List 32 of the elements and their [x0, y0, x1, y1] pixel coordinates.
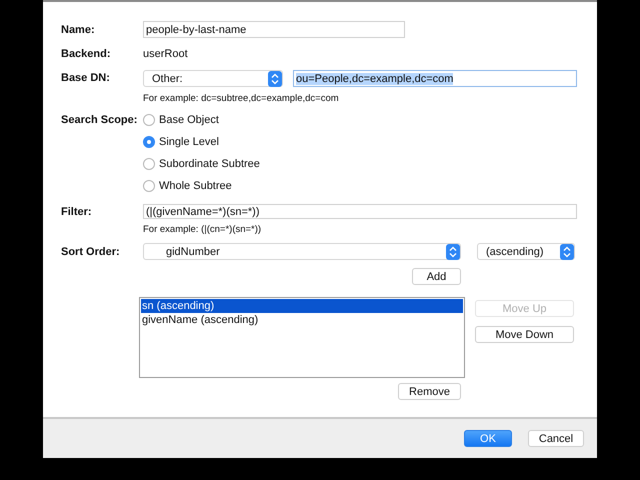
remove-button[interactable]: Remove	[398, 383, 461, 400]
radio-button[interactable]	[143, 158, 155, 170]
field-label: Search Scope:	[61, 113, 138, 126]
direction-dropdown[interactable]: (ascending)	[477, 243, 575, 260]
field-label: Sort Order:	[61, 246, 121, 258]
backend-value: userRoot	[143, 48, 188, 60]
filter-field[interactable]: (|(givenName=*)(sn=*))	[143, 204, 577, 219]
add-button[interactable]: Add	[412, 268, 461, 285]
name-field[interactable]: people-by-last-name	[143, 21, 405, 38]
field-label: Filter:	[61, 206, 93, 218]
example-hint: For example: dc=subtree,dc=example,dc=com	[143, 93, 339, 104]
stepper-icon	[268, 70, 282, 86]
field-label: Name:	[61, 24, 96, 36]
example-hint: For example: (|(cn=*)(sn=*))	[143, 224, 262, 235]
dialog-button[interactable]: Cancel	[528, 430, 584, 447]
radio-label: Subordinate Subtree	[159, 158, 260, 170]
field-label: Base DN:	[61, 71, 111, 84]
radio-label: Single Level	[159, 136, 219, 148]
base-dn-dropdown[interactable]: Other:	[143, 70, 283, 87]
stepper-icon	[446, 244, 460, 260]
radio-button[interactable]	[143, 136, 155, 148]
sort-list-item[interactable]: givenName (ascending)	[141, 313, 463, 327]
field-label: Backend:	[61, 48, 112, 60]
radio-label: Base Object	[159, 114, 219, 126]
move-button[interactable]: Move Down	[475, 326, 574, 343]
stepper-icon	[560, 244, 574, 260]
radio-button[interactable]	[143, 114, 155, 126]
radio-label: Whole Subtree	[159, 180, 232, 192]
radio-button[interactable]	[143, 180, 155, 192]
attribute-dropdown[interactable]: gidNumber	[143, 243, 461, 260]
sort-list-item[interactable]: sn (ascending)	[141, 299, 463, 313]
base-dn-field[interactable]: ou=People,dc=example,dc=com	[293, 70, 577, 87]
